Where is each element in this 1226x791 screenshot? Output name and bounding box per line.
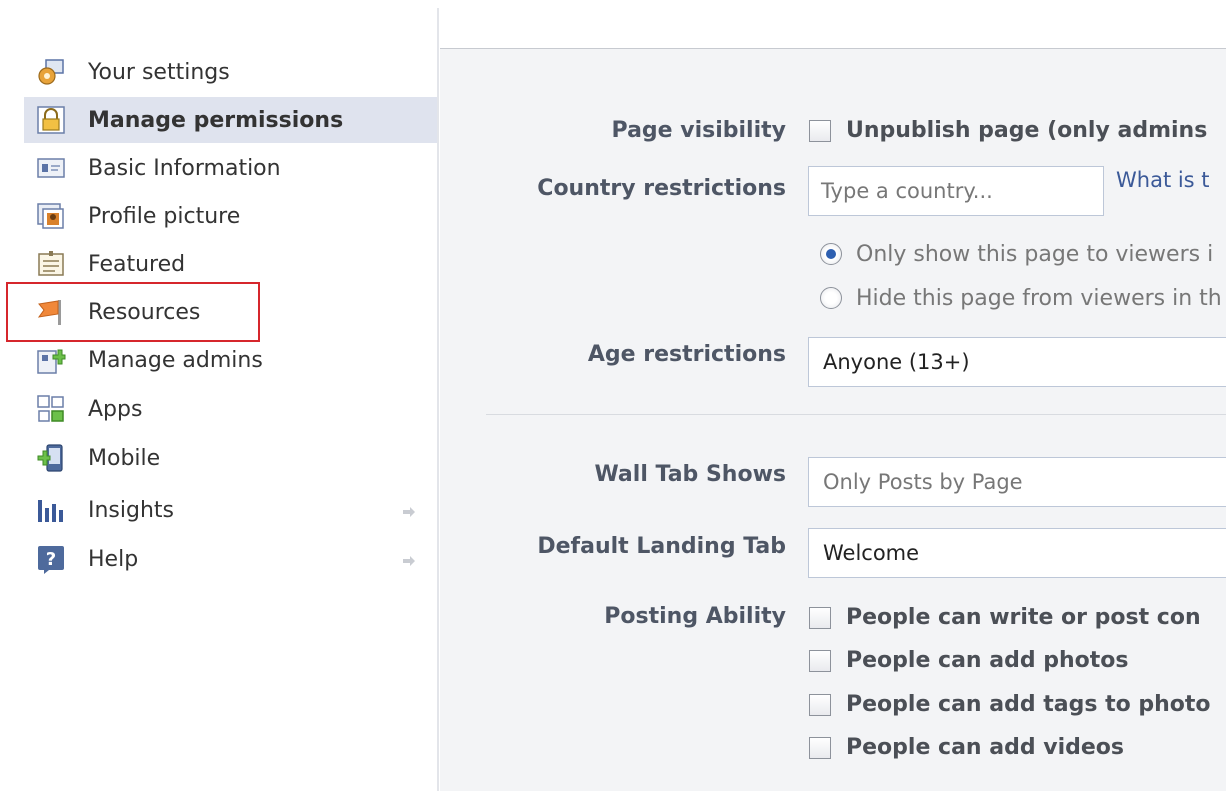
posting-option-label: People can add tags to photo <box>846 692 1211 717</box>
posting-option-checkbox[interactable] <box>809 650 831 672</box>
main-header-divider <box>440 48 1226 49</box>
featured-icon <box>36 249 66 279</box>
sidebar-item-label: Manage admins <box>88 347 263 373</box>
posting-ability-label: Posting Ability <box>604 604 786 629</box>
main-header-strip <box>440 0 1226 48</box>
lock-icon <box>36 105 66 135</box>
sidebar-item-mobile[interactable]: Mobile <box>24 435 437 481</box>
hide-page-radio[interactable] <box>820 287 842 309</box>
sidebar-item-label: Basic Information <box>88 155 281 181</box>
country-restrictions-label: Country restrictions <box>537 176 786 201</box>
sidebar-item-help[interactable]: ? Help <box>24 536 437 582</box>
sidebar-item-label: Manage permissions <box>88 107 344 133</box>
sidebar-item-profile-picture[interactable]: Profile picture <box>24 193 437 239</box>
what-is-this-link[interactable]: What is t <box>1116 168 1210 192</box>
insights-icon <box>36 495 66 525</box>
age-restrictions-select[interactable]: Anyone (13+) <box>808 337 1226 387</box>
posting-option-label: People can write or post con <box>846 605 1201 630</box>
sidebar-item-label: Apps <box>88 396 143 422</box>
posting-option-checkbox[interactable] <box>809 607 831 629</box>
sidebar: Your settings Manage permissions Basic I… <box>0 0 440 791</box>
section-divider <box>486 414 1226 415</box>
wall-tab-select[interactable]: Only Posts by Page <box>808 457 1226 507</box>
arrow-right-icon <box>401 501 417 517</box>
arrow-right-icon <box>401 550 417 566</box>
apps-icon <box>36 394 66 424</box>
id-card-icon <box>36 153 66 183</box>
sidebar-item-resources[interactable]: Resources <box>24 289 437 335</box>
unpublish-page-label: Unpublish page (only admins <box>846 118 1208 143</box>
sidebar-item-manage-permissions[interactable]: Manage permissions <box>24 97 437 143</box>
settings-icon <box>36 57 66 87</box>
sidebar-item-label: Resources <box>88 299 201 325</box>
sidebar-item-label: Help <box>88 546 139 572</box>
profile-picture-icon <box>36 201 66 231</box>
unpublish-page-checkbox[interactable] <box>809 120 831 142</box>
sidebar-item-manage-admins[interactable]: Manage admins <box>24 337 437 383</box>
sidebar-item-label: Featured <box>88 251 186 277</box>
posting-option-checkbox[interactable] <box>809 694 831 716</box>
sidebar-item-your-settings[interactable]: Your settings <box>24 49 437 95</box>
vertical-divider <box>437 8 439 791</box>
hide-page-label: Hide this page from viewers in th <box>856 286 1222 311</box>
only-show-radio[interactable] <box>820 243 842 265</box>
mobile-icon <box>36 443 66 473</box>
sidebar-item-insights[interactable]: Insights <box>24 487 437 533</box>
sidebar-item-label: Your settings <box>88 59 230 85</box>
wall-tab-label: Wall Tab Shows <box>594 462 786 487</box>
flag-icon <box>36 297 66 327</box>
sidebar-item-apps[interactable]: Apps <box>24 386 437 432</box>
age-restrictions-label: Age restrictions <box>587 342 786 367</box>
help-icon: ? <box>36 544 66 574</box>
manage-admins-icon <box>36 345 66 375</box>
sidebar-item-label: Mobile <box>88 445 161 471</box>
sidebar-item-basic-information[interactable]: Basic Information <box>24 145 437 191</box>
sidebar-item-label: Insights <box>88 497 175 523</box>
posting-option-label: People can add videos <box>846 735 1124 760</box>
sidebar-item-label: Profile picture <box>88 203 241 229</box>
svg-text:?: ? <box>46 549 56 570</box>
posting-option-label: People can add photos <box>846 648 1129 673</box>
country-input[interactable]: Type a country... <box>808 166 1104 216</box>
sidebar-item-featured[interactable]: Featured <box>24 241 437 287</box>
default-landing-tab-select[interactable]: Welcome <box>808 528 1226 578</box>
page-visibility-label: Page visibility <box>611 118 786 143</box>
posting-option-checkbox[interactable] <box>809 737 831 759</box>
default-landing-tab-label: Default Landing Tab <box>537 534 786 559</box>
only-show-label: Only show this page to viewers i <box>856 242 1214 267</box>
